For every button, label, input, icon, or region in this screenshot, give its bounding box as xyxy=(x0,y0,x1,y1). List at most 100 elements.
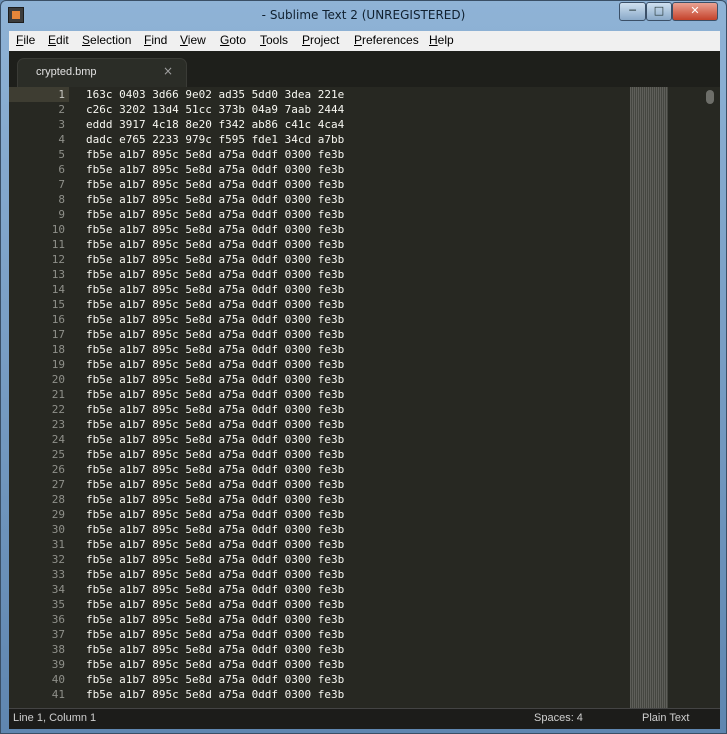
line-number: 20 xyxy=(51,373,65,386)
app-window: - Sublime Text 2 (UNREGISTERED) ─ □ ✕ Fi… xyxy=(0,0,727,734)
code-line[interactable]: fb5e a1b7 895c 5e8d a75a 0ddf 0300 fe3b xyxy=(86,537,626,552)
menu-label: oto xyxy=(229,33,247,47)
line-number: 6 xyxy=(58,163,65,176)
line-number: 11 xyxy=(51,238,65,251)
code-line[interactable]: fb5e a1b7 895c 5e8d a75a 0ddf 0300 fe3b xyxy=(86,492,626,507)
code-line[interactable]: fb5e a1b7 895c 5e8d a75a 0ddf 0300 fe3b xyxy=(86,282,626,297)
line-number: 23 xyxy=(51,418,65,431)
line-number: 30 xyxy=(51,523,65,536)
code-line[interactable]: fb5e a1b7 895c 5e8d a75a 0ddf 0300 fe3b xyxy=(86,672,626,687)
line-number: 35 xyxy=(51,598,65,611)
minimize-button[interactable]: ─ xyxy=(619,2,646,21)
menu-goto[interactable]: Goto xyxy=(220,33,246,47)
code-line[interactable]: fb5e a1b7 895c 5e8d a75a 0ddf 0300 fe3b xyxy=(86,177,626,192)
tab-bar: crypted.bmp × xyxy=(9,51,720,87)
code-line[interactable]: fb5e a1b7 895c 5e8d a75a 0ddf 0300 fe3b xyxy=(86,642,626,657)
code-line[interactable]: fb5e a1b7 895c 5e8d a75a 0ddf 0300 fe3b xyxy=(86,597,626,612)
code-line[interactable]: fb5e a1b7 895c 5e8d a75a 0ddf 0300 fe3b xyxy=(86,462,626,477)
line-number: 14 xyxy=(51,283,65,296)
line-number: 36 xyxy=(51,613,65,626)
code-line[interactable]: fb5e a1b7 895c 5e8d a75a 0ddf 0300 fe3b xyxy=(86,312,626,327)
line-number: 18 xyxy=(51,343,65,356)
code-line[interactable]: fb5e a1b7 895c 5e8d a75a 0ddf 0300 fe3b xyxy=(86,507,626,522)
code-line[interactable]: fb5e a1b7 895c 5e8d a75a 0ddf 0300 fe3b xyxy=(86,627,626,642)
code-line[interactable]: fb5e a1b7 895c 5e8d a75a 0ddf 0300 fe3b xyxy=(86,387,626,402)
editor-area[interactable]: 1 2 3 4 5 6 7 8 9 10 11 12 13 14 15 16 17 18 19 20 21 22 23 24 2… xyxy=(9,87,720,708)
menu-tools[interactable]: Tools xyxy=(260,33,288,47)
code-line[interactable]: fb5e a1b7 895c 5e8d a75a 0ddf 0300 fe3b xyxy=(86,237,626,252)
tab-close-icon[interactable]: × xyxy=(163,64,173,78)
tab-crypted-bmp[interactable]: crypted.bmp × xyxy=(17,58,187,87)
line-number: 12 xyxy=(51,253,65,266)
line-number: 40 xyxy=(51,673,65,686)
syntax-mode[interactable]: Plain Text xyxy=(642,712,690,724)
menu-edit[interactable]: Edit xyxy=(48,33,69,47)
menu-view[interactable]: View xyxy=(180,33,206,47)
code-line[interactable]: fb5e a1b7 895c 5e8d a75a 0ddf 0300 fe3b xyxy=(86,342,626,357)
menu-mnemonic: P xyxy=(354,33,363,47)
status-bar: Line 1, Column 1 Spaces: 4 Plain Text xyxy=(9,708,720,729)
code-line[interactable]: fb5e a1b7 895c 5e8d a75a 0ddf 0300 fe3b xyxy=(86,552,626,567)
code-line[interactable]: fb5e a1b7 895c 5e8d a75a 0ddf 0300 fe3b xyxy=(86,147,626,162)
code-line[interactable]: fb5e a1b7 895c 5e8d a75a 0ddf 0300 fe3b xyxy=(86,417,626,432)
line-number: 21 xyxy=(51,388,65,401)
menu-mnemonic: H xyxy=(429,33,438,47)
code-line[interactable]: fb5e a1b7 895c 5e8d a75a 0ddf 0300 fe3b xyxy=(86,657,626,672)
menu-mnemonic: G xyxy=(220,33,230,47)
code-line[interactable]: eddd 3917 4c18 8e20 f342 ab86 c41c 4ca4 xyxy=(86,117,626,132)
minimap-viewport[interactable] xyxy=(630,87,668,708)
code-line[interactable]: fb5e a1b7 895c 5e8d a75a 0ddf 0300 fe3b xyxy=(86,612,626,627)
menu-label: references xyxy=(362,33,419,47)
code-line[interactable]: fb5e a1b7 895c 5e8d a75a 0ddf 0300 fe3b xyxy=(86,327,626,342)
code-text[interactable]: 163c 0403 3d66 9e02 ad35 5dd0 3dea 221e c… xyxy=(86,87,626,702)
menu-preferences[interactable]: Preferences xyxy=(354,33,419,47)
menu-label: elp xyxy=(437,33,454,47)
code-line[interactable]: c26c 3202 13d4 51cc 373b 04a9 7aab 2444 xyxy=(86,102,626,117)
code-line[interactable]: fb5e a1b7 895c 5e8d a75a 0ddf 0300 fe3b xyxy=(86,687,626,702)
code-line[interactable]: fb5e a1b7 895c 5e8d a75a 0ddf 0300 fe3b xyxy=(86,267,626,282)
line-number: 26 xyxy=(51,463,65,476)
code-line[interactable]: fb5e a1b7 895c 5e8d a75a 0ddf 0300 fe3b xyxy=(86,372,626,387)
code-line[interactable]: fb5e a1b7 895c 5e8d a75a 0ddf 0300 fe3b xyxy=(86,582,626,597)
code-line[interactable]: fb5e a1b7 895c 5e8d a75a 0ddf 0300 fe3b xyxy=(86,402,626,417)
line-number: 19 xyxy=(51,358,65,371)
line-number: 28 xyxy=(51,493,65,506)
code-line[interactable]: fb5e a1b7 895c 5e8d a75a 0ddf 0300 fe3b xyxy=(86,357,626,372)
code-line[interactable]: fb5e a1b7 895c 5e8d a75a 0ddf 0300 fe3b xyxy=(86,567,626,582)
line-number: 3 xyxy=(58,118,65,131)
menu-mnemonic: V xyxy=(180,33,188,47)
code-line[interactable]: 163c 0403 3d66 9e02 ad35 5dd0 3dea 221e xyxy=(86,87,626,102)
line-number: 29 xyxy=(51,508,65,521)
code-line[interactable]: fb5e a1b7 895c 5e8d a75a 0ddf 0300 fe3b xyxy=(86,222,626,237)
line-number: 9 xyxy=(58,208,65,221)
code-line[interactable]: dadc e765 2233 979c f595 fde1 34cd a7bb xyxy=(86,132,626,147)
menu-find[interactable]: Find xyxy=(144,33,167,47)
code-line[interactable]: fb5e a1b7 895c 5e8d a75a 0ddf 0300 fe3b xyxy=(86,432,626,447)
menu-help[interactable]: Help xyxy=(429,33,454,47)
vertical-scrollbar-thumb[interactable] xyxy=(706,90,714,104)
menu-file[interactable]: File xyxy=(16,33,35,47)
indentation-setting[interactable]: Spaces: 4 xyxy=(534,712,583,724)
menu-label: ools xyxy=(266,33,289,47)
menu-selection[interactable]: Selection xyxy=(82,33,131,47)
line-number: 31 xyxy=(51,538,65,551)
title-bar[interactable]: - Sublime Text 2 (UNREGISTERED) ─ □ ✕ xyxy=(1,1,726,31)
code-line[interactable]: fb5e a1b7 895c 5e8d a75a 0ddf 0300 fe3b xyxy=(86,477,626,492)
code-line[interactable]: fb5e a1b7 895c 5e8d a75a 0ddf 0300 fe3b xyxy=(86,162,626,177)
line-number: 32 xyxy=(51,553,65,566)
line-number: 27 xyxy=(51,478,65,491)
line-number: 41 xyxy=(51,688,65,701)
menu-project[interactable]: Project xyxy=(302,33,339,47)
code-line[interactable]: fb5e a1b7 895c 5e8d a75a 0ddf 0300 fe3b xyxy=(86,207,626,222)
code-line[interactable]: fb5e a1b7 895c 5e8d a75a 0ddf 0300 fe3b xyxy=(86,297,626,312)
close-button[interactable]: ✕ xyxy=(672,2,718,21)
code-line[interactable]: fb5e a1b7 895c 5e8d a75a 0ddf 0300 fe3b xyxy=(86,252,626,267)
code-line[interactable]: fb5e a1b7 895c 5e8d a75a 0ddf 0300 fe3b xyxy=(86,447,626,462)
maximize-button[interactable]: □ xyxy=(646,2,672,21)
menu-label: election xyxy=(90,33,132,47)
code-line[interactable]: fb5e a1b7 895c 5e8d a75a 0ddf 0300 fe3b xyxy=(86,522,626,537)
line-number: 10 xyxy=(51,223,65,236)
code-line[interactable]: fb5e a1b7 895c 5e8d a75a 0ddf 0300 fe3b xyxy=(86,192,626,207)
menu-mnemonic: P xyxy=(302,33,311,47)
menu-label: ile xyxy=(23,33,36,47)
